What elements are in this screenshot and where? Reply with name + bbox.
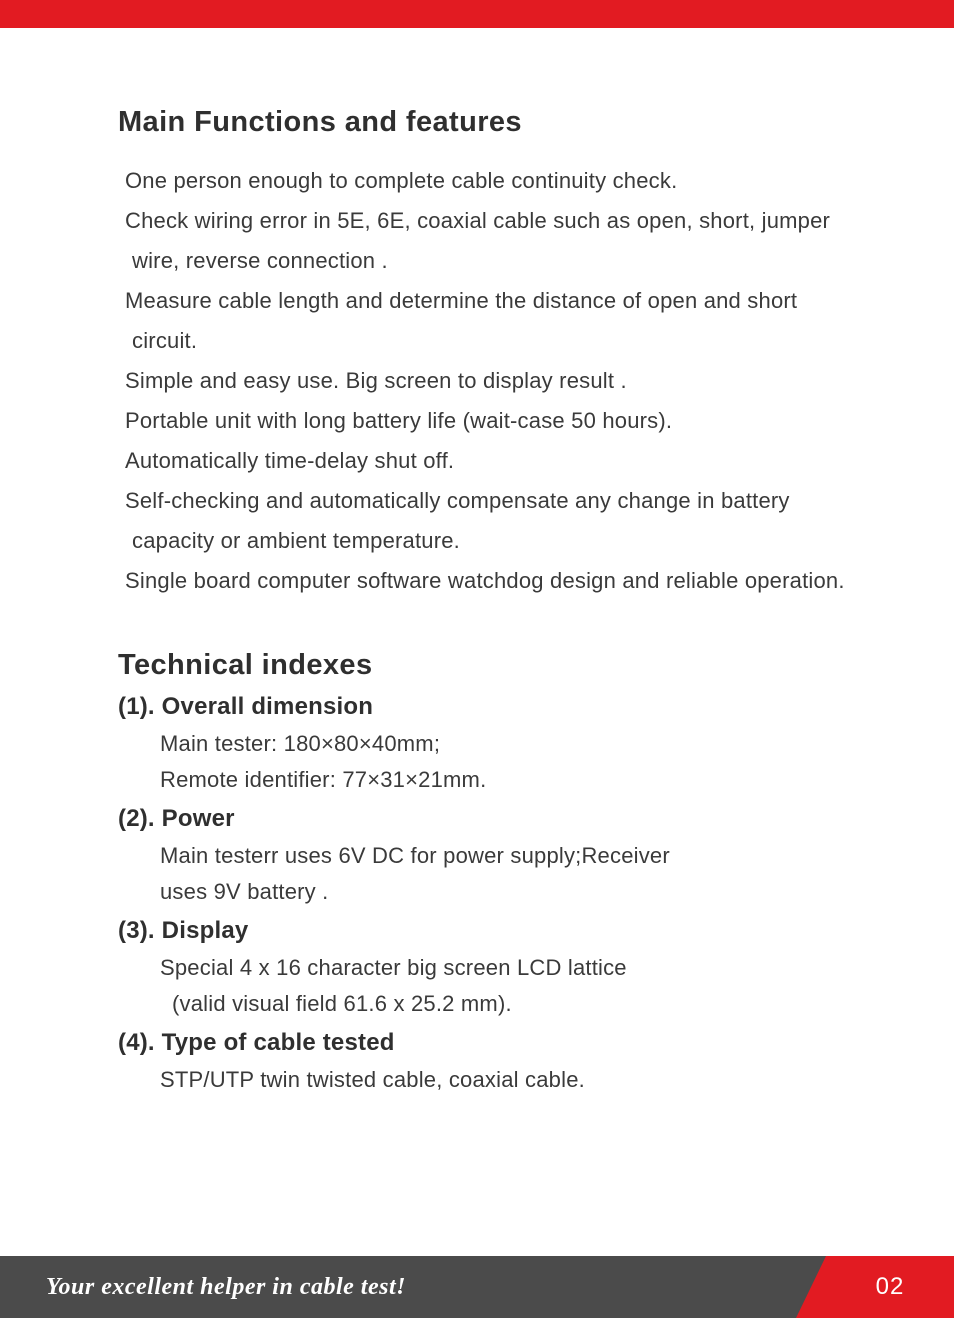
- tech-line: STP/UTP twin twisted cable, coaxial cabl…: [160, 1062, 864, 1098]
- feature-item: Measure cable length and determine the d…: [132, 281, 864, 361]
- feature-item: One person enough to complete cable cont…: [132, 161, 864, 201]
- heading-main-functions: Main Functions and features: [118, 106, 864, 139]
- content-area: Main Functions and features One person e…: [0, 28, 954, 1256]
- tech-label: (2). Power: [118, 800, 864, 838]
- feature-item: Simple and easy use. Big screen to displ…: [132, 361, 864, 401]
- page-container: Main Functions and features One person e…: [0, 0, 954, 1318]
- tech-line: Special 4 x 16 character big screen LCD …: [160, 950, 864, 986]
- tech-body: STP/UTP twin twisted cable, coaxial cabl…: [118, 1062, 864, 1098]
- tech-body: Main tester: 180×80×40mm; Remote identif…: [118, 726, 864, 798]
- top-red-bar: [0, 0, 954, 28]
- tech-item-dimension: (1). Overall dimension Main tester: 180×…: [118, 688, 864, 798]
- tech-item-cable-type: (4). Type of cable tested STP/UTP twin t…: [118, 1024, 864, 1098]
- tech-line: Main testerr uses 6V DC for power supply…: [160, 838, 864, 874]
- tech-label: (3). Display: [118, 912, 864, 950]
- feature-item: Check wiring error in 5E, 6E, coaxial ca…: [132, 201, 864, 281]
- tech-label: (4). Type of cable tested: [118, 1024, 864, 1062]
- tech-item-power: (2). Power Main testerr uses 6V DC for p…: [118, 800, 864, 910]
- feature-item: Portable unit with long battery life (wa…: [132, 401, 864, 441]
- heading-technical-indexes: Technical indexes: [118, 649, 864, 682]
- tech-item-display: (3). Display Special 4 x 16 character bi…: [118, 912, 864, 1022]
- feature-item: Self-checking and automatically compensa…: [132, 481, 864, 561]
- tech-label: (1). Overall dimension: [118, 688, 864, 726]
- features-list: One person enough to complete cable cont…: [118, 161, 864, 601]
- footer-bar: Your excellent helper in cable test! 02: [0, 1256, 954, 1318]
- feature-item: Automatically time-delay shut off.: [132, 441, 864, 481]
- page-number-box: 02: [826, 1256, 954, 1318]
- tech-line: Remote identifier: 77×31×21mm.: [160, 762, 864, 798]
- page-number: 02: [876, 1273, 905, 1301]
- tech-body: Main testerr uses 6V DC for power supply…: [118, 838, 864, 910]
- tech-line: (valid visual field 61.6 x 25.2 mm).: [160, 986, 864, 1022]
- footer-tagline: Your excellent helper in cable test!: [0, 1274, 406, 1301]
- tech-body: Special 4 x 16 character big screen LCD …: [118, 950, 864, 1022]
- tech-line: Main tester: 180×80×40mm;: [160, 726, 864, 762]
- tech-line: uses 9V battery .: [160, 874, 864, 910]
- feature-item: Single board computer software watchdog …: [132, 561, 864, 601]
